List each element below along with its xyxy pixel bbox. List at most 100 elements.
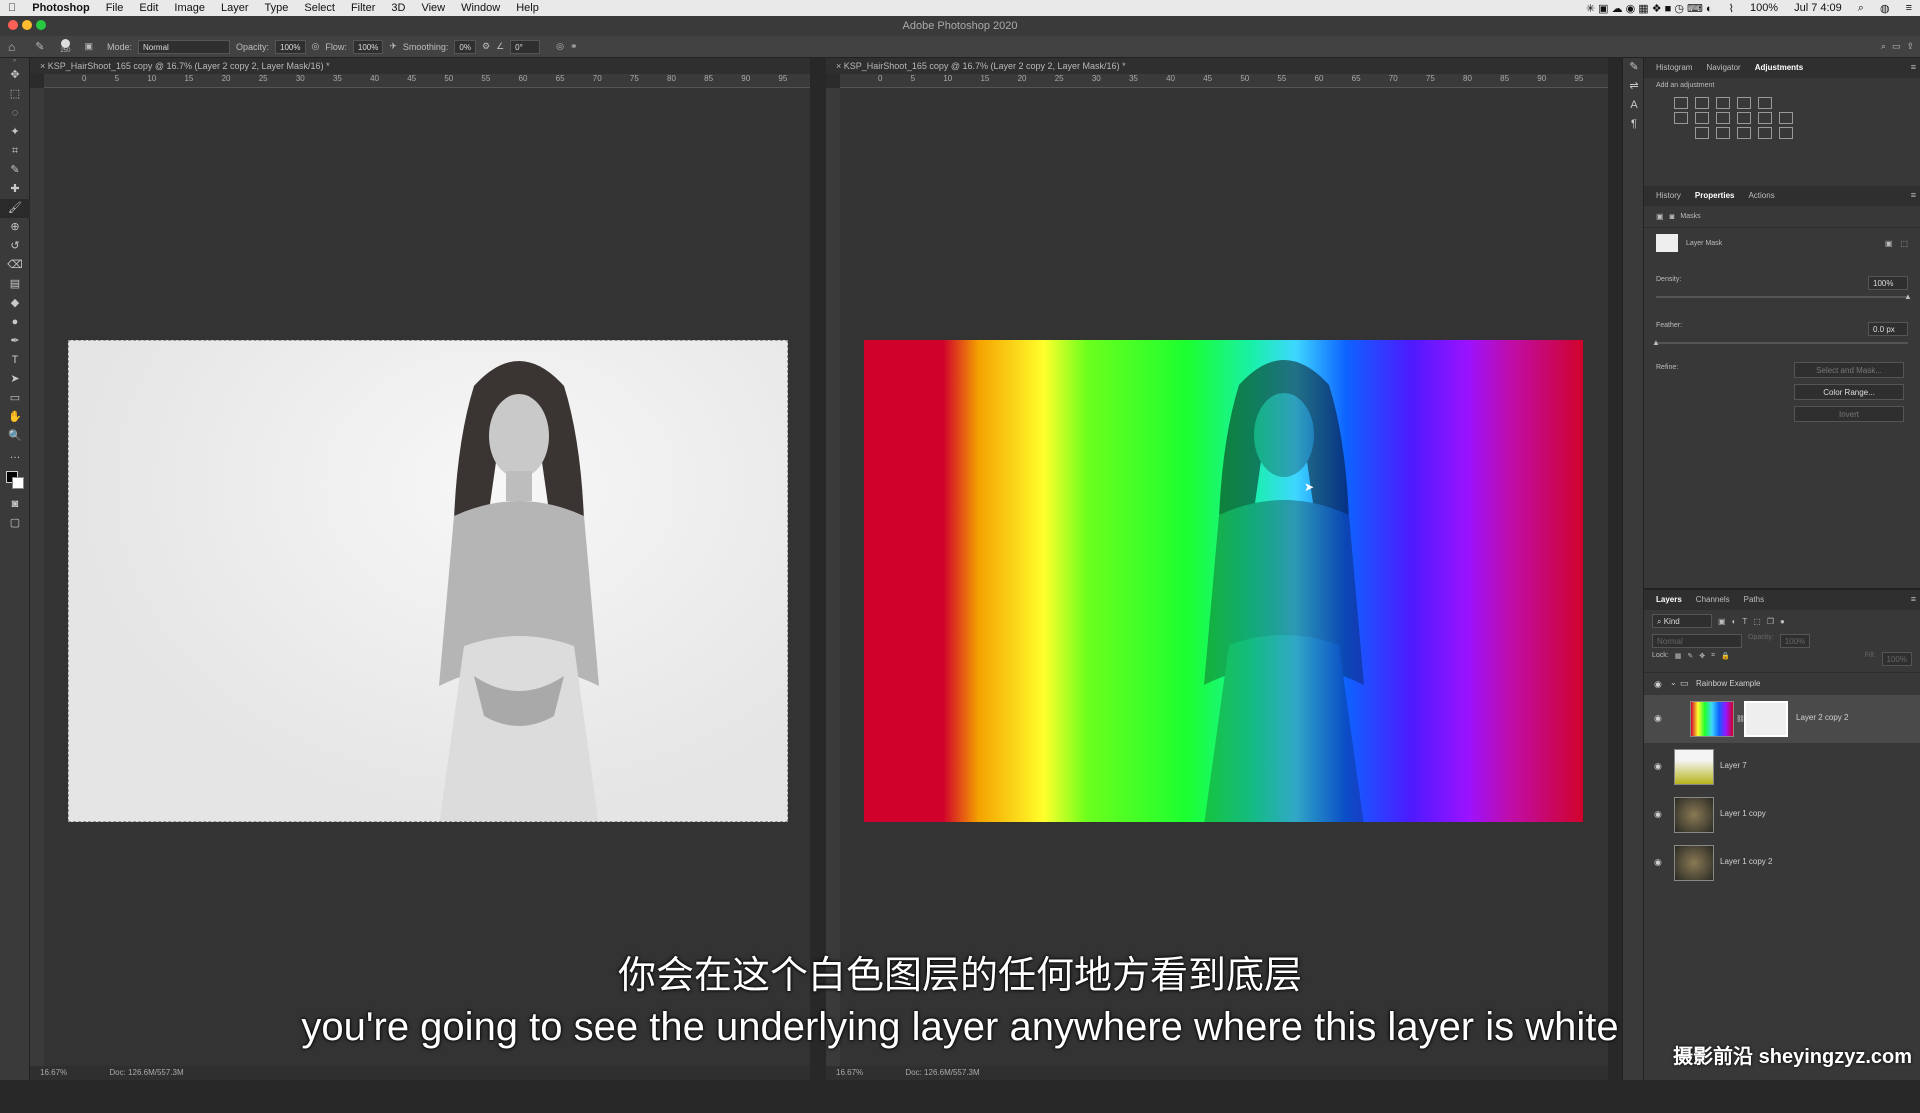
- vertical-ruler[interactable]: [30, 88, 44, 1066]
- symmetry-icon[interactable]: ⚭: [570, 41, 578, 52]
- lock-all-icon[interactable]: 🔒: [1721, 652, 1730, 666]
- flow-field[interactable]: 100%: [352, 39, 384, 54]
- selective-color-icon[interactable]: [1779, 127, 1793, 139]
- photo-filter-icon[interactable]: [1737, 112, 1751, 124]
- screen-mode-icon[interactable]: ▢: [0, 514, 30, 533]
- visibility-eye-icon[interactable]: ◉: [1654, 857, 1662, 868]
- airbrush-icon[interactable]: ✈: [389, 41, 397, 52]
- layer-opacity-field[interactable]: 100%: [1779, 634, 1811, 648]
- lock-pixels-icon[interactable]: ✎: [1687, 652, 1693, 666]
- more-tools-icon[interactable]: …: [0, 446, 30, 465]
- filter-toggle-icon[interactable]: ●: [1780, 617, 1785, 626]
- vertical-ruler[interactable]: [826, 88, 840, 1066]
- horizontal-ruler[interactable]: 0 5 10 15 20 25 30 35 40 45 50 55 60 65 …: [44, 74, 810, 88]
- document-tab-right[interactable]: × KSP_HairShoot_165 copy @ 16.7% (Layer …: [826, 58, 1608, 74]
- apple-icon[interactable]: : [0, 2, 24, 14]
- background-color-swatch[interactable]: [12, 477, 24, 489]
- tab-actions[interactable]: Actions: [1748, 186, 1774, 206]
- clock[interactable]: Jul 7 4:09: [1786, 2, 1850, 14]
- shape-tool-icon[interactable]: ▭: [0, 389, 30, 408]
- feather-field[interactable]: 0.0 px: [1868, 322, 1908, 336]
- tab-channels[interactable]: Channels: [1696, 590, 1730, 610]
- search-icon[interactable]: ⌕: [1850, 2, 1872, 15]
- gear-icon[interactable]: ⚙: [482, 41, 490, 52]
- tab-adjustments[interactable]: Adjustments: [1755, 58, 1803, 78]
- hue-saturation-icon[interactable]: [1674, 112, 1688, 124]
- menu-edit[interactable]: Edit: [131, 2, 166, 14]
- search-icon[interactable]: ⌕: [1881, 41, 1886, 52]
- color-balance-icon[interactable]: [1695, 112, 1709, 124]
- minimize-button[interactable]: [22, 20, 32, 30]
- brush-preset-picker[interactable]: 250: [60, 38, 70, 55]
- toolbar-collapse-icon[interactable]: »: [0, 58, 29, 66]
- angle-field[interactable]: 0°: [510, 39, 541, 54]
- gradient-map-icon[interactable]: [1758, 127, 1772, 139]
- notification-icon[interactable]: ≡: [1898, 2, 1920, 14]
- filter-smart-icon[interactable]: ❐: [1767, 617, 1774, 626]
- brush-settings-panel-icon[interactable]: ✎: [1623, 58, 1645, 77]
- visibility-eye-icon[interactable]: ◉: [1654, 761, 1662, 772]
- levels-icon[interactable]: [1695, 97, 1709, 109]
- tab-histogram[interactable]: Histogram: [1656, 58, 1692, 78]
- layer-mask-thumbnail[interactable]: [1744, 701, 1788, 737]
- paragraph-panel-icon[interactable]: ¶: [1623, 115, 1645, 134]
- gradient-tool-icon[interactable]: ▤: [0, 275, 30, 294]
- vibrance-icon[interactable]: [1758, 97, 1772, 109]
- close-button[interactable]: [8, 20, 18, 30]
- posterize-icon[interactable]: [1716, 127, 1730, 139]
- masks-icon[interactable]: ◙: [1670, 212, 1675, 221]
- fill-field[interactable]: 100%: [1881, 652, 1912, 666]
- pressure-opacity-icon[interactable]: ◎: [312, 41, 320, 52]
- battery-status[interactable]: 100%: [1742, 2, 1786, 14]
- invert-icon[interactable]: [1695, 127, 1709, 139]
- menu-type[interactable]: Type: [257, 2, 297, 14]
- brush-tool-icon[interactable]: ✎: [35, 40, 44, 53]
- menu-window[interactable]: Window: [453, 2, 508, 14]
- layer-row[interactable]: ◉ Layer 1 copy 2: [1644, 839, 1920, 887]
- color-swatches[interactable]: [0, 465, 29, 495]
- density-field[interactable]: 100%: [1868, 276, 1908, 290]
- color-range-button[interactable]: Color Range...: [1794, 384, 1904, 400]
- exposure-icon[interactable]: [1737, 97, 1751, 109]
- close-icon[interactable]: ×: [40, 61, 45, 71]
- pressure-size-icon[interactable]: ◎: [556, 41, 564, 52]
- pen-tool-icon[interactable]: ✒: [0, 332, 30, 351]
- brush-settings-icon[interactable]: ▣: [84, 41, 93, 52]
- add-vector-mask-icon[interactable]: ⬚: [1900, 239, 1908, 248]
- tab-history[interactable]: History: [1656, 186, 1681, 206]
- menu-help[interactable]: Help: [508, 2, 547, 14]
- hand-tool-icon[interactable]: ✋: [0, 408, 30, 427]
- tab-navigator[interactable]: Navigator: [1706, 58, 1740, 78]
- workspace-icon[interactable]: ▭: [1892, 41, 1901, 52]
- lock-artboard-icon[interactable]: ⌗: [1711, 652, 1715, 666]
- feather-slider-handle[interactable]: ▲: [1652, 338, 1660, 347]
- filter-type-icon[interactable]: T: [1742, 617, 1747, 626]
- zoom-level[interactable]: 16.67%: [836, 1068, 863, 1077]
- density-slider-handle[interactable]: ▲: [1904, 292, 1912, 301]
- document-size[interactable]: Doc: 126.6M/557.3M: [109, 1068, 183, 1077]
- layer-row[interactable]: ◉ Layer 1 copy: [1644, 791, 1920, 839]
- magic-wand-tool-icon[interactable]: ✦: [0, 123, 30, 142]
- quick-mask-icon[interactable]: ◙: [0, 495, 30, 514]
- smoothing-field[interactable]: 0%: [454, 39, 476, 54]
- dodge-tool-icon[interactable]: ●: [0, 313, 30, 332]
- clone-source-panel-icon[interactable]: ⇌: [1623, 77, 1645, 96]
- type-tool-icon[interactable]: T: [0, 351, 30, 370]
- siri-icon[interactable]: ◍: [1872, 2, 1898, 15]
- tab-properties[interactable]: Properties: [1695, 186, 1735, 206]
- curves-icon[interactable]: [1716, 97, 1730, 109]
- density-slider[interactable]: ▲: [1656, 292, 1912, 301]
- brightness-contrast-icon[interactable]: [1674, 97, 1688, 109]
- pixel-mask-icon[interactable]: ▣: [1656, 212, 1664, 221]
- menu-select[interactable]: Select: [296, 2, 343, 14]
- tab-layers[interactable]: Layers: [1656, 590, 1682, 610]
- left-canvas-image[interactable]: [68, 340, 788, 822]
- share-icon[interactable]: ⇪: [1906, 41, 1914, 52]
- crop-tool-icon[interactable]: ⌗: [0, 142, 30, 161]
- angle-icon[interactable]: ∠: [496, 41, 504, 52]
- black-white-icon[interactable]: [1716, 112, 1730, 124]
- mode-select[interactable]: Normal: [138, 39, 231, 54]
- menu-layer[interactable]: Layer: [213, 2, 257, 14]
- blend-mode-select[interactable]: Normal: [1652, 634, 1742, 648]
- invert-button[interactable]: Invert: [1794, 406, 1904, 422]
